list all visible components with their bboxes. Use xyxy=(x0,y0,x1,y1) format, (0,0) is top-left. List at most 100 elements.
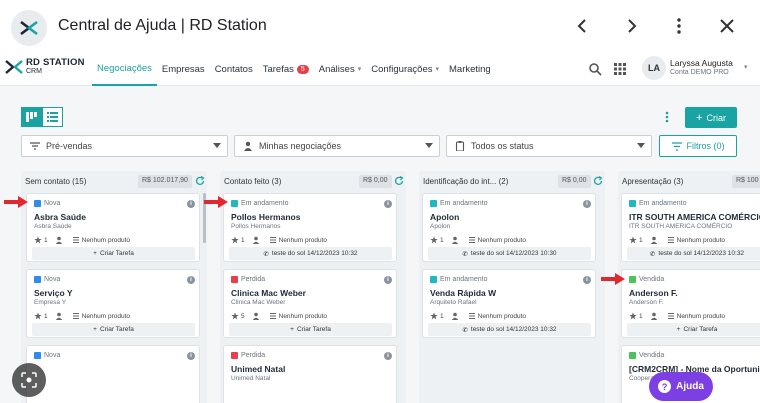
status-label: Em andamento xyxy=(639,200,687,207)
chevron-left-icon[interactable] xyxy=(569,12,597,40)
products: Nenhum produto xyxy=(72,236,130,244)
funnel-select[interactable]: Pré-vendas xyxy=(21,135,228,157)
deal-card[interactable]: Em andamento ITR SOUTH AMERICA COMÉRCIO … xyxy=(621,193,760,262)
nav-contatos[interactable]: Contatos xyxy=(210,52,258,86)
avatar[interactable]: LA xyxy=(642,56,666,80)
nav-tarefas[interactable]: Tarefas 5 xyxy=(258,52,314,86)
nav-label: Análises xyxy=(318,63,355,75)
status-label: Perdida xyxy=(241,352,266,359)
deal-card[interactable]: Nova i Asbra Saúde Asbra Saúde 1 Nenhum … xyxy=(26,193,200,262)
products: Nenhum produto xyxy=(269,312,327,320)
status-indicator xyxy=(629,352,636,359)
task-button[interactable]: ✆ teste do sol 14/12/2023 10:30 xyxy=(428,247,591,260)
list-view-button[interactable] xyxy=(42,107,63,127)
chevron-down-icon[interactable]: ▾ xyxy=(744,63,748,71)
task-button[interactable]: ✆ teste do sol 14/12/2023 10:32 xyxy=(627,247,760,260)
list-icon xyxy=(47,112,58,122)
column-total: R$ 0,00 xyxy=(359,175,392,188)
rd-station-logo[interactable]: RD STATION CRM xyxy=(5,58,85,76)
deal-card[interactable]: Nova i Serviço Y Empresa Y 1 Nenhum prod… xyxy=(26,269,200,338)
deal-card[interactable]: Em andamento i Pollos Hermanos Pollos He… xyxy=(223,193,397,262)
nav-negociacoes[interactable]: Negociações xyxy=(92,52,157,86)
search-icon[interactable] xyxy=(588,62,602,76)
refresh-icon[interactable] xyxy=(394,176,404,186)
user-name[interactable]: Laryssa Augusta xyxy=(670,58,733,68)
apps-grid-icon[interactable] xyxy=(613,62,627,76)
kebab-icon[interactable] xyxy=(665,12,693,40)
deal-name: Asbra Saúde xyxy=(34,212,86,222)
refresh-icon[interactable] xyxy=(593,176,603,186)
help-center-header: Central de Ajuda | RD Station xyxy=(0,0,760,52)
create-task-button[interactable]: + Criar Tarefa xyxy=(229,323,392,336)
products-value: Nenhum produto xyxy=(676,236,726,244)
products: Nenhum produto xyxy=(269,236,327,244)
more-options-icon[interactable] xyxy=(662,110,672,124)
products-value: Nenhum produto xyxy=(81,236,131,244)
deal-card[interactable]: Em andamento i Venda Rápida W Arquiteto … xyxy=(422,269,596,338)
kanban-board: Sem contato (15) R$ 102.017,90 Nova i As… xyxy=(0,166,760,403)
phone-icon: ✆ xyxy=(649,250,656,258)
deal-meta: 1 Nenhum produto xyxy=(430,312,533,320)
info-icon[interactable]: i xyxy=(583,276,591,284)
funnel-select-value: Pré-vendas xyxy=(46,141,93,151)
task-button[interactable]: ✆ teste do sol 14/12/2023 10:32 xyxy=(428,323,591,336)
status-indicator xyxy=(231,276,238,283)
status-select[interactable]: Todos os status xyxy=(446,135,652,157)
nav-marketing[interactable]: Marketing xyxy=(444,52,496,86)
status-indicator xyxy=(34,276,41,283)
phone-icon: ✆ xyxy=(462,326,468,334)
deal-status: Vendida xyxy=(629,276,664,283)
info-icon[interactable]: i xyxy=(384,276,392,284)
rating: 5 xyxy=(231,312,245,320)
nav-empresas[interactable]: Empresas xyxy=(157,52,210,86)
nav-configuracoes[interactable]: Configurações ▾ xyxy=(366,52,444,86)
rating-value: 1 xyxy=(639,236,643,244)
rd-logo-icon xyxy=(5,60,23,74)
chevron-right-icon[interactable] xyxy=(617,12,645,40)
deal-name: Unimed Natal xyxy=(231,364,286,374)
status-indicator xyxy=(430,276,437,283)
owner xyxy=(55,312,65,320)
column-header: Identificação do int... (2) R$ 0,00 xyxy=(419,171,605,191)
owner-select-value: Minhas negociações xyxy=(259,141,342,151)
info-icon[interactable]: i xyxy=(187,276,195,284)
kanban-view-button[interactable] xyxy=(21,107,42,127)
info-icon[interactable]: i xyxy=(583,200,591,208)
products-value: Nenhum produto xyxy=(278,312,328,320)
deal-company: Apolon xyxy=(430,223,451,230)
info-icon[interactable]: i xyxy=(187,352,195,360)
status-indicator xyxy=(231,352,238,359)
deal-company: Arquiteto Rafael xyxy=(430,299,477,306)
nav-analises[interactable]: Análises ▾ xyxy=(314,52,366,86)
deal-card[interactable]: Perdida i Clinica Mac Weber Clinica Mac … xyxy=(223,269,397,338)
deal-card[interactable]: Em andamento i Apolon Apolon 1 Nenhum pr… xyxy=(422,193,596,262)
filter-lines-icon xyxy=(30,142,40,150)
create-task-button[interactable]: + Criar Tarefa xyxy=(32,247,195,260)
create-label: Criar xyxy=(706,112,726,123)
info-icon[interactable]: i xyxy=(384,352,392,360)
nav-label: Configurações xyxy=(371,63,433,75)
deal-status: Nova xyxy=(34,200,60,207)
main-menu: Negociações Empresas Contatos Tarefas 5 A… xyxy=(92,52,496,86)
rating-value: 1 xyxy=(241,236,245,244)
refresh-icon[interactable] xyxy=(195,176,205,186)
star-icon xyxy=(34,236,42,244)
nav-label: Negociações xyxy=(97,62,152,74)
create-deal-button[interactable]: + Criar xyxy=(685,107,737,128)
board-toolbar: + Criar Pré-vendas Minhas negociações Tod… xyxy=(0,86,760,166)
close-icon[interactable] xyxy=(713,12,741,40)
user-icon xyxy=(451,312,458,320)
visual-search-button[interactable] xyxy=(12,363,46,397)
info-icon[interactable]: i xyxy=(384,200,392,208)
deal-card[interactable]: Nova i xyxy=(26,345,200,403)
owner xyxy=(650,312,660,320)
deal-card[interactable]: Perdida i Unimed Natal Unimed Natal xyxy=(223,345,397,403)
info-icon[interactable]: i xyxy=(187,200,195,208)
task-button[interactable]: ✆ teste do sol 14/12/2023 10:32 xyxy=(229,247,392,260)
help-button[interactable]: ? Ajuda xyxy=(649,372,713,401)
create-task-button[interactable]: + Criar Tarefa xyxy=(627,323,760,336)
owner-select[interactable]: Minhas negociações xyxy=(234,135,440,157)
filters-button[interactable]: Filtros (0) xyxy=(659,135,737,157)
create-task-button[interactable]: + Criar Tarefa xyxy=(32,323,195,336)
deal-card[interactable]: Vendida Anderson F. Anderson F. 1 Nenhum… xyxy=(621,269,760,338)
